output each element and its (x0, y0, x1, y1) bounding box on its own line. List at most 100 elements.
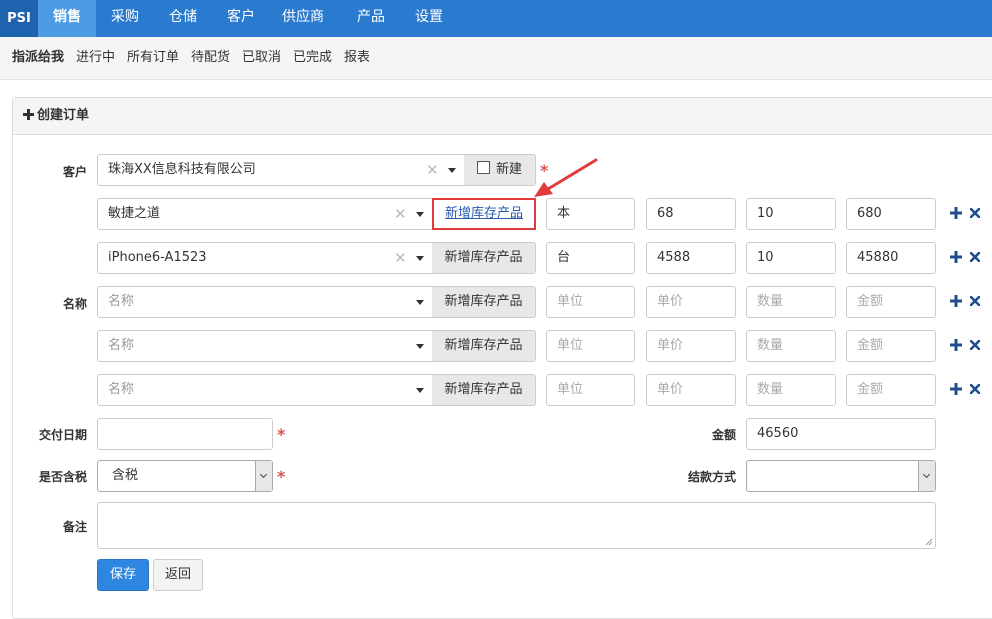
amount-input[interactable]: 金额 (846, 330, 936, 362)
amount-input[interactable]: 金额 (846, 286, 936, 318)
product-select-placeholder: 名称 (108, 382, 135, 397)
times-icon[interactable] (970, 208, 980, 218)
brand-logo[interactable]: PSI (0, 0, 38, 37)
product-select[interactable]: 敏捷之道 ✕ (97, 198, 433, 230)
total-amount-input[interactable]: 46560 (746, 418, 936, 450)
subnav-cancelled[interactable]: 已取消 (242, 37, 281, 79)
price-input[interactable]: 68 (646, 198, 736, 230)
plus-icon[interactable] (950, 251, 962, 263)
quantity-input[interactable]: 数量 (746, 286, 836, 318)
panel-title-text: 创建订单 (37, 108, 90, 123)
product-select-placeholder: 名称 (108, 294, 135, 309)
delivery-date-label: 交付日期 (38, 428, 87, 442)
new-customer-checkbox[interactable] (476, 161, 490, 174)
price-input[interactable]: 单价 (646, 286, 736, 318)
subnav-reports[interactable]: 报表 (344, 37, 370, 79)
nav-item-suppliers[interactable]: 供应商 (272, 0, 334, 37)
sub-navbar: 指派给我 进行中 所有订单 待配货 已取消 已完成 报表 (0, 37, 992, 80)
panel-header: 创建订单 (13, 98, 992, 135)
caret-down-icon[interactable] (416, 388, 424, 393)
nav-item-settings[interactable]: 设置 (404, 0, 454, 37)
add-stock-product-button[interactable]: 新增库存产品 (432, 286, 536, 318)
caret-down-icon[interactable] (416, 256, 424, 261)
product-select[interactable]: 名称 (97, 330, 433, 362)
product-select[interactable]: iPhone6-A1523 ✕ (97, 242, 433, 274)
plus-icon[interactable] (950, 339, 962, 351)
subnav-in-progress[interactable]: 进行中 (76, 37, 115, 79)
top-navbar: PSI 销售 采购 仓储 客户 供应商 产品 设置 (0, 0, 992, 37)
plus-icon[interactable] (950, 207, 962, 219)
payment-method-select[interactable] (746, 460, 936, 492)
price-input[interactable]: 4588 (646, 242, 736, 274)
tax-included-value: 含税 (112, 468, 139, 483)
times-icon[interactable] (970, 252, 980, 262)
notes-textarea[interactable] (97, 502, 936, 549)
product-select-value: 敏捷之道 (108, 206, 161, 221)
new-customer-label: 新建 (495, 162, 522, 177)
name-label: 名称 (62, 297, 87, 311)
amount-input[interactable]: 680 (846, 198, 936, 230)
product-select[interactable]: 名称 (97, 286, 433, 318)
unit-input[interactable]: 单位 (546, 374, 635, 406)
product-select[interactable]: 名称 (97, 374, 433, 406)
nav-item-customers[interactable]: 客户 (216, 0, 266, 37)
chevron-down-icon[interactable] (918, 461, 935, 491)
notes-label: 备注 (62, 520, 87, 534)
nav-item-warehouse[interactable]: 仓储 (158, 0, 208, 37)
panel-title: 创建订单 (23, 98, 89, 134)
required-marker: * (277, 467, 286, 486)
times-icon[interactable] (970, 384, 980, 394)
delivery-date-input[interactable] (97, 418, 273, 450)
nav-item-purchase[interactable]: 采购 (100, 0, 150, 37)
caret-down-icon[interactable] (416, 212, 424, 217)
add-stock-product-button[interactable]: 新增库存产品 (432, 330, 536, 362)
tax-included-select[interactable]: 含税 (97, 460, 273, 492)
payment-method-label: 结款方式 (687, 470, 736, 484)
price-input[interactable]: 单价 (646, 330, 736, 362)
tax-included-label: 是否含税 (38, 470, 87, 484)
customer-select-value: 珠海XX信息科技有限公司 (108, 162, 256, 177)
resize-handle-icon[interactable] (925, 538, 933, 546)
unit-input[interactable]: 单位 (546, 286, 635, 318)
quantity-input[interactable]: 数量 (746, 330, 836, 362)
caret-down-icon[interactable] (448, 168, 456, 173)
subnav-all-orders[interactable]: 所有订单 (127, 37, 179, 79)
times-icon[interactable] (970, 340, 980, 350)
add-stock-product-button[interactable]: 新增库存产品 (432, 198, 536, 230)
subnav-assigned-to-me[interactable]: 指派给我 (12, 37, 64, 79)
unit-input[interactable]: 单位 (546, 330, 635, 362)
amount-input[interactable]: 45880 (846, 242, 936, 274)
add-stock-product-button[interactable]: 新增库存产品 (432, 374, 536, 406)
chevron-down-icon[interactable] (255, 461, 272, 491)
nav-item-sales[interactable]: 销售 (38, 0, 96, 37)
plus-icon (23, 109, 34, 120)
nav-item-products[interactable]: 产品 (346, 0, 396, 37)
plus-icon[interactable] (950, 383, 962, 395)
quantity-input[interactable]: 10 (746, 198, 836, 230)
quantity-input[interactable]: 数量 (746, 374, 836, 406)
product-select-value: iPhone6-A1523 (108, 250, 207, 265)
new-customer-toggle[interactable]: 新建 (464, 154, 536, 186)
amount-input[interactable]: 金额 (846, 374, 936, 406)
total-amount-label: 金额 (711, 428, 736, 442)
caret-down-icon[interactable] (416, 344, 424, 349)
caret-down-icon[interactable] (416, 300, 424, 305)
clear-x-icon[interactable]: ✕ (394, 243, 407, 273)
product-select-placeholder: 名称 (108, 338, 135, 353)
clear-x-icon[interactable]: ✕ (426, 155, 439, 185)
price-input[interactable]: 单价 (646, 374, 736, 406)
subnav-pending-shipment[interactable]: 待配货 (191, 37, 230, 79)
plus-icon[interactable] (950, 295, 962, 307)
clear-x-icon[interactable]: ✕ (394, 199, 407, 229)
customer-select[interactable]: 珠海XX信息科技有限公司 ✕ (97, 154, 465, 186)
save-button[interactable]: 保存 (97, 559, 149, 591)
times-icon[interactable] (970, 296, 980, 306)
customer-label: 客户 (62, 165, 87, 179)
required-marker: * (277, 425, 286, 444)
subnav-completed[interactable]: 已完成 (293, 37, 332, 79)
back-button[interactable]: 返回 (153, 559, 203, 591)
arrow-annotation-icon (534, 158, 598, 197)
quantity-input[interactable]: 10 (746, 242, 836, 274)
add-stock-product-button[interactable]: 新增库存产品 (432, 242, 536, 274)
unit-input[interactable]: 台 (546, 242, 635, 274)
